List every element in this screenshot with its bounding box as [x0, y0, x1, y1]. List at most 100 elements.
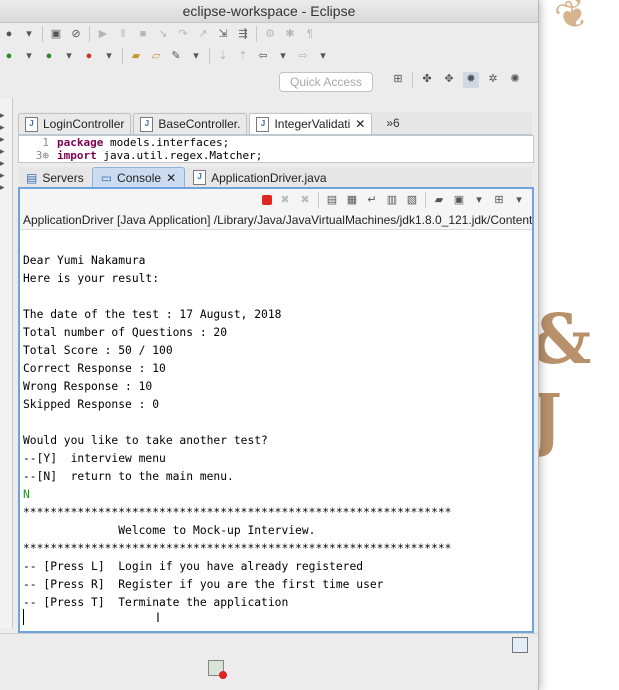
step-over-icon[interactable]: ↷: [176, 27, 190, 41]
tab-label: IntegerValidati: [274, 117, 351, 131]
run-icon[interactable]: ●: [2, 49, 16, 63]
dropdown-icon[interactable]: ▾: [62, 49, 76, 63]
suspend-icon[interactable]: ‖: [116, 27, 130, 41]
tab-label: LoginController: [43, 117, 125, 131]
tab-label: Console: [117, 170, 162, 185]
terminate-icon[interactable]: [262, 195, 272, 205]
view-tab-bar: ▤ Servers ▭ Console ✕ J ApplicationDrive…: [18, 167, 532, 187]
drop-to-frame-icon[interactable]: ⇲: [216, 27, 230, 41]
java-file-icon: J: [193, 170, 207, 185]
git-perspective-icon[interactable]: ✲: [485, 72, 501, 88]
skip-breakpoints-icon[interactable]: ⊘: [69, 27, 83, 41]
tab-servers[interactable]: ▤ Servers: [18, 168, 92, 187]
forward-icon[interactable]: ⇨: [296, 49, 310, 63]
console-line: -- [Press T] Terminate the application: [23, 596, 289, 609]
clear-console-icon[interactable]: ▤: [325, 193, 339, 207]
servers-icon: ▤: [26, 170, 38, 185]
progress-view-icon[interactable]: [512, 637, 528, 653]
display-console-icon[interactable]: ▣: [452, 193, 466, 207]
dropdown-icon[interactable]: ▾: [276, 49, 290, 63]
show-on-stderr-icon[interactable]: ▧: [405, 193, 419, 207]
user-icon[interactable]: ●: [2, 27, 16, 41]
console-line: Total number of Questions : 20: [23, 326, 228, 339]
open-perspective-icon[interactable]: ⊞: [390, 72, 406, 88]
run-last-icon[interactable]: ●: [42, 49, 56, 63]
close-icon[interactable]: ✕: [355, 117, 365, 131]
minimized-view-strip[interactable]: ▸ ▸ ▸ ▸ ▸ ▸ ▸: [0, 98, 13, 628]
show-on-stdout-icon[interactable]: ▥: [385, 193, 399, 207]
console-toolbar: ✖ ✖ ▤ ▦ ↵ ▥ ▧ ▰ ▣ ▾ ⊞ ▾: [20, 189, 532, 211]
java-file-icon: J: [256, 116, 270, 132]
console-output[interactable]: Dear Yumi Nakamura Here is your result: …: [20, 230, 532, 616]
quick-access-field[interactable]: Quick Access: [279, 72, 373, 92]
console-line: The date of the test : 17 August, 2018: [23, 308, 282, 321]
console-line: Correct Response : 10: [23, 362, 166, 375]
eclipse-window: eclipse-workspace - Eclipse ● ▾ ▣ ⊘ ▶ ‖ …: [0, 0, 539, 690]
tab-application-driver[interactable]: J ApplicationDriver.java: [185, 168, 334, 187]
perspective-bar: ⊞ ✤ ✥ ✹ ✲ ✺: [390, 72, 523, 88]
tab-login-controller[interactable]: J LoginController: [18, 113, 132, 134]
console-line: Wrong Response : 10: [23, 380, 153, 393]
next-annotation-icon[interactable]: ⇣: [216, 49, 230, 63]
previous-annotation-icon[interactable]: ⇡: [236, 49, 250, 63]
stop-icon[interactable]: ■: [136, 27, 150, 41]
tab-overflow-button[interactable]: »6: [382, 116, 403, 130]
remove-launch-icon[interactable]: ✖: [278, 193, 292, 207]
back-icon[interactable]: ⇦: [256, 49, 270, 63]
close-icon[interactable]: ✕: [166, 171, 176, 185]
tab-console[interactable]: ▭ Console ✕: [91, 167, 186, 187]
console-user-input: N: [23, 488, 30, 501]
dropdown-icon[interactable]: ▾: [102, 49, 116, 63]
tab-label: ApplicationDriver.java: [211, 170, 327, 185]
console-line: -- [Press R] Register if you are the fir…: [23, 578, 384, 591]
remove-all-terminated-icon[interactable]: ✖: [298, 193, 312, 207]
dropdown-icon[interactable]: ▾: [189, 49, 203, 63]
step-into-icon[interactable]: ↘: [156, 27, 170, 41]
debug-perspective-icon[interactable]: ✹: [463, 72, 479, 88]
console-process-label: ApplicationDriver [Java Application] /Li…: [20, 211, 532, 230]
coverage-icon[interactable]: ●: [82, 49, 96, 63]
code-line: 1 package models.interfaces;: [42, 136, 230, 149]
console-line: -- [Press L] Login if you have already r…: [23, 560, 364, 573]
pin-console-icon[interactable]: ▰: [432, 193, 446, 207]
dropdown-icon[interactable]: ▾: [22, 27, 36, 41]
resume-icon[interactable]: ▶: [96, 27, 110, 41]
ibeam-cursor-icon: I: [156, 609, 160, 625]
use-step-filters-icon[interactable]: ⇶: [236, 27, 250, 41]
tab-label: Servers: [42, 170, 84, 185]
dropdown-icon[interactable]: ▾: [512, 193, 526, 207]
wallpaper-decoration: ❦: [549, 0, 597, 43]
tab-base-controller[interactable]: J BaseController.: [133, 113, 248, 134]
pen-icon[interactable]: ✎: [169, 49, 183, 63]
open-folder-icon[interactable]: ▱: [149, 49, 163, 63]
console-line: ****************************************…: [23, 506, 452, 519]
word-wrap-icon[interactable]: ↵: [365, 193, 379, 207]
minimized-view-icon[interactable]: [208, 660, 227, 679]
java-ee-perspective-icon[interactable]: ✤: [419, 72, 435, 88]
dropdown-icon[interactable]: ▾: [316, 49, 330, 63]
console-line: ****************************************…: [23, 542, 452, 555]
tab-integer-validator[interactable]: J IntegerValidati ✕: [249, 113, 373, 134]
console-view: ✖ ✖ ▤ ▦ ↵ ▥ ▧ ▰ ▣ ▾ ⊞ ▾ ApplicationDrive…: [18, 187, 534, 633]
dropdown-icon[interactable]: ▾: [472, 193, 486, 207]
code-line: 3⊕ import java.util.regex.Matcher;: [35, 149, 263, 162]
main-toolbar-row-2: ● ▾ ● ▾ ● ▾ ▰ ▱ ✎ ▾ ⇣ ⇡ ⇦ ▾ ⇨ ▾: [0, 45, 330, 67]
external-tools-icon[interactable]: ⚙: [263, 27, 277, 41]
java-perspective-icon[interactable]: ✥: [441, 72, 457, 88]
open-project-icon[interactable]: ▰: [129, 49, 143, 63]
step-return-icon[interactable]: ↗: [196, 27, 210, 41]
wallpaper-text: & J: [530, 300, 592, 460]
team-perspective-icon[interactable]: ✺: [507, 72, 523, 88]
console-line: Would you like to take another test?: [23, 434, 268, 447]
show-whitespace-icon[interactable]: ¶: [303, 27, 317, 41]
dropdown-icon[interactable]: ▾: [22, 49, 36, 63]
task-icon[interactable]: ▣: [49, 27, 63, 41]
code-editor[interactable]: 1 package models.interfaces; 3⊕ import jav…: [18, 135, 534, 163]
scroll-lock-icon[interactable]: ▦: [345, 193, 359, 207]
open-console-icon[interactable]: ⊞: [492, 193, 506, 207]
console-line: Here is your result:: [23, 272, 160, 285]
main-toolbar-row-1: ● ▾ ▣ ⊘ ▶ ‖ ■ ↘ ↷ ↗ ⇲ ⇶ ⚙ ✱ ¶: [0, 23, 317, 45]
debug-icon[interactable]: ✱: [283, 27, 297, 41]
